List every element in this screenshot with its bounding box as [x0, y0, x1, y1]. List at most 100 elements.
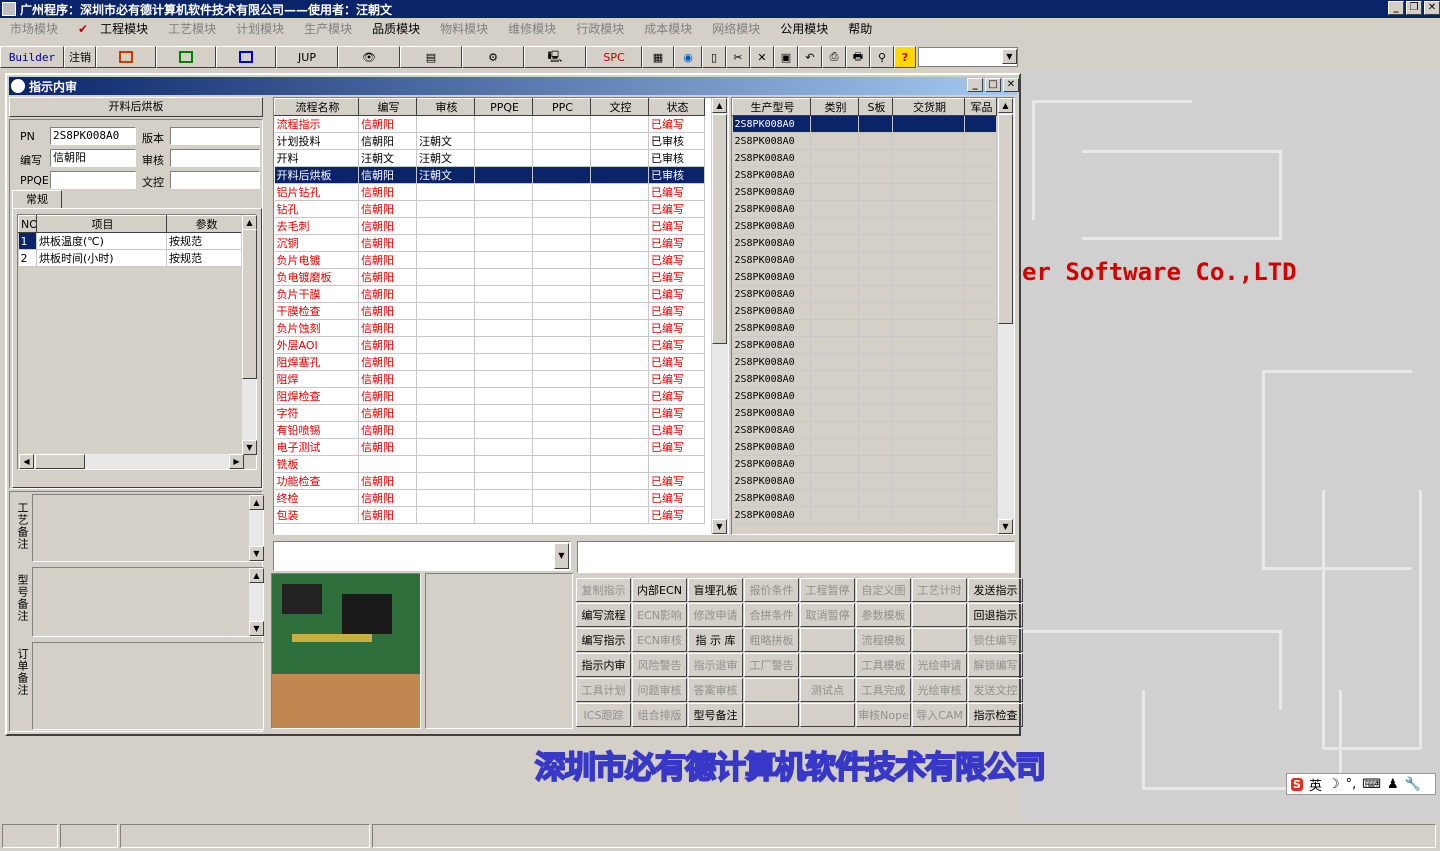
action-button-16[interactable]: 编写指示 [576, 628, 631, 652]
model-row[interactable]: 2S8PK008A0 [732, 319, 997, 337]
action-button-34[interactable]: 答案审核 [688, 678, 743, 702]
action-button-5[interactable]: 自定义图 [856, 578, 911, 602]
scroll-down-icon[interactable]: ▼ [249, 621, 264, 636]
delete-button[interactable]: ✕ [750, 46, 774, 68]
chevron-down-icon[interactable]: ▼ [1002, 49, 1017, 64]
model-scroll-thumb[interactable] [998, 114, 1013, 324]
flow-row[interactable]: 字符 信朝阳 已编写 [274, 404, 705, 422]
minimize-icon[interactable]: _ [1388, 1, 1404, 15]
action-button-25[interactable]: 风险警告 [632, 653, 687, 677]
help-button[interactable]: ? [894, 46, 916, 68]
excel-button[interactable] [156, 46, 216, 68]
model-header[interactable]: 军品 [964, 98, 997, 116]
action-button-38[interactable]: 光绘审核 [912, 678, 967, 702]
menu-item-1[interactable]: ✔ 工程模块 [68, 20, 158, 37]
flow-row[interactable]: 功能检查 信朝阳 已编写 [274, 472, 705, 490]
model-row[interactable]: 2S8PK008A0 [732, 285, 997, 303]
punctuation-icon[interactable]: °, [1346, 777, 1357, 792]
process-note-scroll[interactable]: ▲ ▼ [248, 495, 264, 561]
model-header[interactable]: 类别 [810, 98, 859, 116]
flow-header[interactable]: 文控 [590, 98, 649, 116]
network-button[interactable]: ⚙ [462, 46, 524, 68]
flow-row[interactable]: 阻焊 信朝阳 已编写 [274, 370, 705, 388]
menu-item-9[interactable]: 成本模块 [634, 20, 702, 37]
action-button-9[interactable]: ECN影响 [632, 603, 687, 627]
scroll-up-icon[interactable]: ▲ [998, 98, 1013, 113]
flow-row[interactable]: 计划投料 信朝阳 汪朝文 已审核 [274, 132, 705, 150]
action-button-15[interactable]: 回退指示 [968, 603, 1023, 627]
word-button[interactable] [216, 46, 276, 68]
model-row[interactable]: 2S8PK008A0 [732, 149, 997, 167]
flow-header[interactable]: 流程名称 [274, 98, 359, 116]
review-field[interactable] [170, 149, 260, 167]
model-note-field[interactable]: ▲ ▼ [32, 567, 264, 637]
moon-icon[interactable]: ☽ [1328, 777, 1340, 792]
cut-button[interactable]: ✂ [726, 46, 750, 68]
spc-button[interactable]: SPC [586, 46, 642, 68]
model-row[interactable]: 2S8PK008A0 [732, 506, 997, 524]
param-header[interactable]: 参数 [166, 215, 245, 233]
menu-item-5[interactable]: 品质模块 [362, 20, 430, 37]
menu-item-7[interactable]: 维修模块 [498, 20, 566, 37]
logout-button[interactable]: 注销 [64, 46, 96, 68]
menu-item-11[interactable]: 公用模块 [770, 20, 838, 37]
builder-button[interactable]: Builder [0, 46, 64, 68]
action-button-42[interactable]: 型号备注 [688, 703, 743, 727]
toolbar-combo[interactable]: ▼ [918, 47, 1018, 67]
calendar-button[interactable]: ▦ [642, 46, 674, 68]
menu-item-4[interactable]: 生产模块 [294, 20, 362, 37]
keyboard-icon[interactable]: ⌨ [1362, 777, 1381, 792]
scroll-up-icon[interactable]: ▲ [712, 98, 727, 113]
menu-item-6[interactable]: 物料模块 [430, 20, 498, 37]
preview-button[interactable]: ⎙ [822, 46, 846, 68]
action-button-19[interactable]: 粗略拼板 [744, 628, 799, 652]
flow-selector[interactable]: ▼ [273, 541, 571, 571]
action-button-27[interactable]: 工厂警告 [744, 653, 799, 677]
print-button[interactable]: 🖶 [846, 46, 870, 68]
action-button-0[interactable]: 复制指示 [576, 578, 631, 602]
action-button-32[interactable]: 工具计划 [576, 678, 631, 702]
flow-row[interactable]: 电子测试 信朝阳 已编写 [274, 438, 705, 456]
param-hscroll-thumb[interactable] [35, 454, 85, 469]
model-row[interactable]: 2S8PK008A0 [732, 132, 997, 150]
action-button-30[interactable]: 光绘申请 [912, 653, 967, 677]
scroll-up-icon[interactable]: ▲ [249, 495, 264, 510]
jup-button[interactable]: JUP [276, 46, 338, 68]
flow-header[interactable]: 状态 [648, 98, 705, 116]
version-field[interactable] [170, 127, 260, 145]
flow-header[interactable]: PPC [532, 98, 591, 116]
action-button-36[interactable]: 测试点 [800, 678, 855, 702]
scroll-up-icon[interactable]: ▲ [249, 568, 264, 583]
powerpoint-button[interactable] [96, 46, 156, 68]
minimize-icon[interactable]: _ [967, 78, 983, 92]
menu-item-10[interactable]: 网络模块 [702, 20, 770, 37]
database-button[interactable]: ▤ [400, 46, 462, 68]
model-header[interactable]: S板 [858, 98, 893, 116]
model-row[interactable]: 2S8PK008A0 [732, 183, 997, 201]
scroll-down-icon[interactable]: ▼ [712, 519, 727, 534]
user-icon[interactable]: ♟ [1387, 777, 1399, 792]
action-button-11[interactable]: 合拼条件 [744, 603, 799, 627]
flow-row[interactable]: 沉铜 信朝阳 已编写 [274, 234, 705, 252]
model-row[interactable]: 2S8PK008A0 [732, 421, 997, 439]
model-row[interactable]: 2S8PK008A0 [732, 268, 997, 286]
action-button-6[interactable]: 工艺计时 [912, 578, 967, 602]
flow-header[interactable]: 编写 [358, 98, 417, 116]
ime-bar[interactable]: S 英 ☽ °, ⌨ ♟ 🔧 [1286, 773, 1436, 795]
flow-row[interactable]: 负片干膜 信朝阳 已编写 [274, 285, 705, 303]
flow-header[interactable]: 审核 [416, 98, 475, 116]
model-row[interactable]: 2S8PK008A0 [732, 455, 997, 473]
model-row[interactable]: 2S8PK008A0 [732, 234, 997, 252]
eye-button[interactable]: 👁 [338, 46, 400, 68]
flow-scroll-thumb[interactable] [712, 114, 727, 344]
action-button-18[interactable]: 指 示 库 [688, 628, 743, 652]
author-field[interactable]: 信朝阳 [50, 149, 136, 167]
action-button-39[interactable]: 发送文控 [968, 678, 1023, 702]
flow-row[interactable]: 流程指示 信朝阳 已编写 [274, 115, 705, 133]
param-header[interactable]: 项目 [36, 215, 167, 233]
flow-row[interactable]: 阻焊塞孔 信朝阳 已编写 [274, 353, 705, 371]
action-button-7[interactable]: 发送指示 [968, 578, 1023, 602]
new-button[interactable]: ▯ [702, 46, 726, 68]
flow-row[interactable]: 有铅喷锡 信朝阳 已编写 [274, 421, 705, 439]
action-button-3[interactable]: 报价条件 [744, 578, 799, 602]
